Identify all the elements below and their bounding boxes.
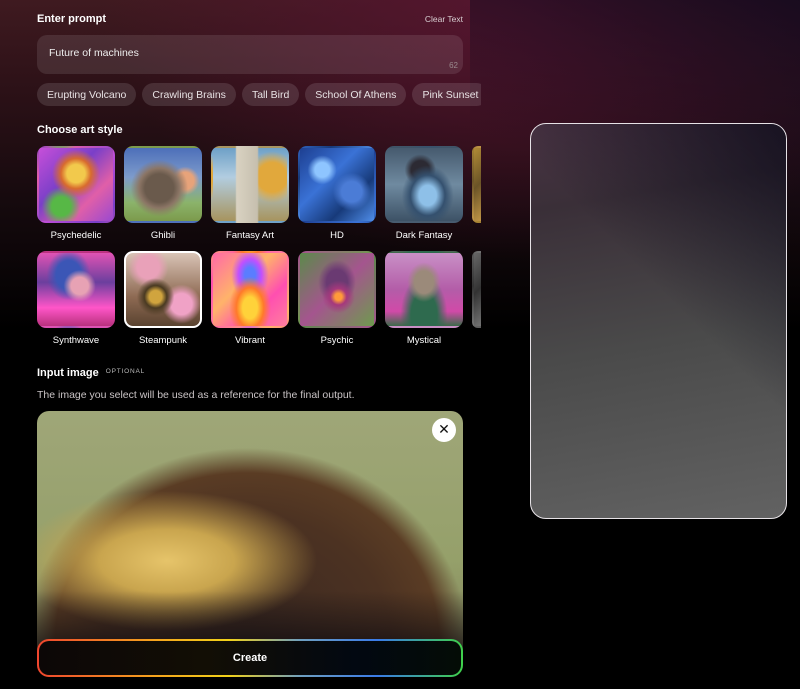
optional-badge: OPTIONAL bbox=[105, 368, 146, 375]
style-thumbnail bbox=[298, 251, 376, 328]
output-preview-placeholder bbox=[530, 123, 787, 519]
art-style-grid: Psychedelic Ghibli Fantasy Art HD Dark F… bbox=[37, 146, 481, 351]
style-psychedelic[interactable]: Psychedelic bbox=[37, 146, 115, 251]
input-image-header: Input image OPTIONAL bbox=[37, 367, 145, 379]
style-fantasy-art[interactable]: Fantasy Art bbox=[211, 146, 289, 251]
prompt-field[interactable]: 62 bbox=[37, 35, 463, 74]
style-ghibli[interactable]: Ghibli bbox=[124, 146, 202, 251]
style-label: Fantasy Art bbox=[225, 230, 275, 241]
style-thumbnail bbox=[37, 146, 115, 223]
char-count: 62 bbox=[449, 61, 458, 70]
style-label: Psychic bbox=[320, 335, 354, 346]
suggestion-chip[interactable]: Erupting Volcano bbox=[37, 83, 137, 106]
clear-text-button[interactable]: Clear Text bbox=[425, 14, 463, 24]
style-label: Steampunk bbox=[138, 335, 188, 346]
style-label: Ghibli bbox=[150, 230, 176, 241]
style-hd[interactable]: HD bbox=[298, 146, 376, 251]
style-thumbnail bbox=[211, 146, 289, 223]
prompt-header: Enter prompt Clear Text bbox=[37, 13, 463, 25]
input-image-preview[interactable]: ✕ bbox=[37, 411, 463, 661]
style-psychic[interactable]: Psychic bbox=[298, 251, 376, 351]
style-thumbnail bbox=[472, 146, 481, 223]
suggestion-chip[interactable]: Crawling Brains bbox=[142, 83, 236, 106]
style-vibrant[interactable]: Vibrant bbox=[211, 251, 289, 351]
style-partial-next[interactable] bbox=[472, 251, 481, 351]
style-steampunk[interactable]: Steampunk bbox=[124, 251, 202, 351]
art-style-row: Psychedelic Ghibli Fantasy Art HD Dark F… bbox=[37, 146, 481, 251]
suggestion-chip[interactable]: Tall Bird bbox=[241, 83, 300, 106]
art-style-header: Choose art style bbox=[37, 124, 463, 136]
suggestion-chip[interactable]: Pink Sunset bbox=[412, 83, 481, 106]
input-image-title: Input image bbox=[37, 367, 99, 379]
style-mystical[interactable]: Mystical bbox=[385, 251, 463, 351]
art-style-title: Choose art style bbox=[37, 124, 123, 136]
style-thumbnail bbox=[211, 251, 289, 328]
create-button[interactable]: Create bbox=[39, 641, 461, 675]
style-thumbnail bbox=[385, 251, 463, 328]
remove-image-button[interactable]: ✕ bbox=[432, 418, 456, 442]
style-label: Vibrant bbox=[235, 335, 265, 346]
suggestion-chip[interactable]: School Of Athens bbox=[305, 83, 407, 106]
style-thumbnail bbox=[124, 251, 202, 328]
style-label: Synthwave bbox=[52, 335, 100, 346]
style-thumbnail bbox=[385, 146, 463, 223]
style-label: Mystical bbox=[406, 335, 442, 346]
style-partial-next[interactable] bbox=[472, 146, 481, 251]
create-button-border: Create bbox=[37, 639, 463, 677]
style-synthwave[interactable]: Synthwave bbox=[37, 251, 115, 351]
style-thumbnail bbox=[124, 146, 202, 223]
style-thumbnail bbox=[37, 251, 115, 328]
style-dark-fantasy[interactable]: Dark Fantasy bbox=[385, 146, 463, 251]
style-thumbnail bbox=[298, 146, 376, 223]
prompt-suggestions: Erupting Volcano Crawling Brains Tall Bi… bbox=[37, 83, 481, 107]
prompt-input[interactable] bbox=[49, 47, 429, 59]
art-style-row: Synthwave Steampunk Vibrant Psychic Myst… bbox=[37, 251, 481, 351]
close-icon: ✕ bbox=[438, 422, 450, 438]
style-thumbnail bbox=[472, 251, 481, 328]
style-label: HD bbox=[330, 230, 344, 241]
prompt-title: Enter prompt bbox=[37, 13, 107, 25]
style-label: Dark Fantasy bbox=[395, 230, 453, 241]
style-label: Psychedelic bbox=[50, 230, 102, 241]
input-image-description: The image you select will be used as a r… bbox=[37, 389, 355, 401]
